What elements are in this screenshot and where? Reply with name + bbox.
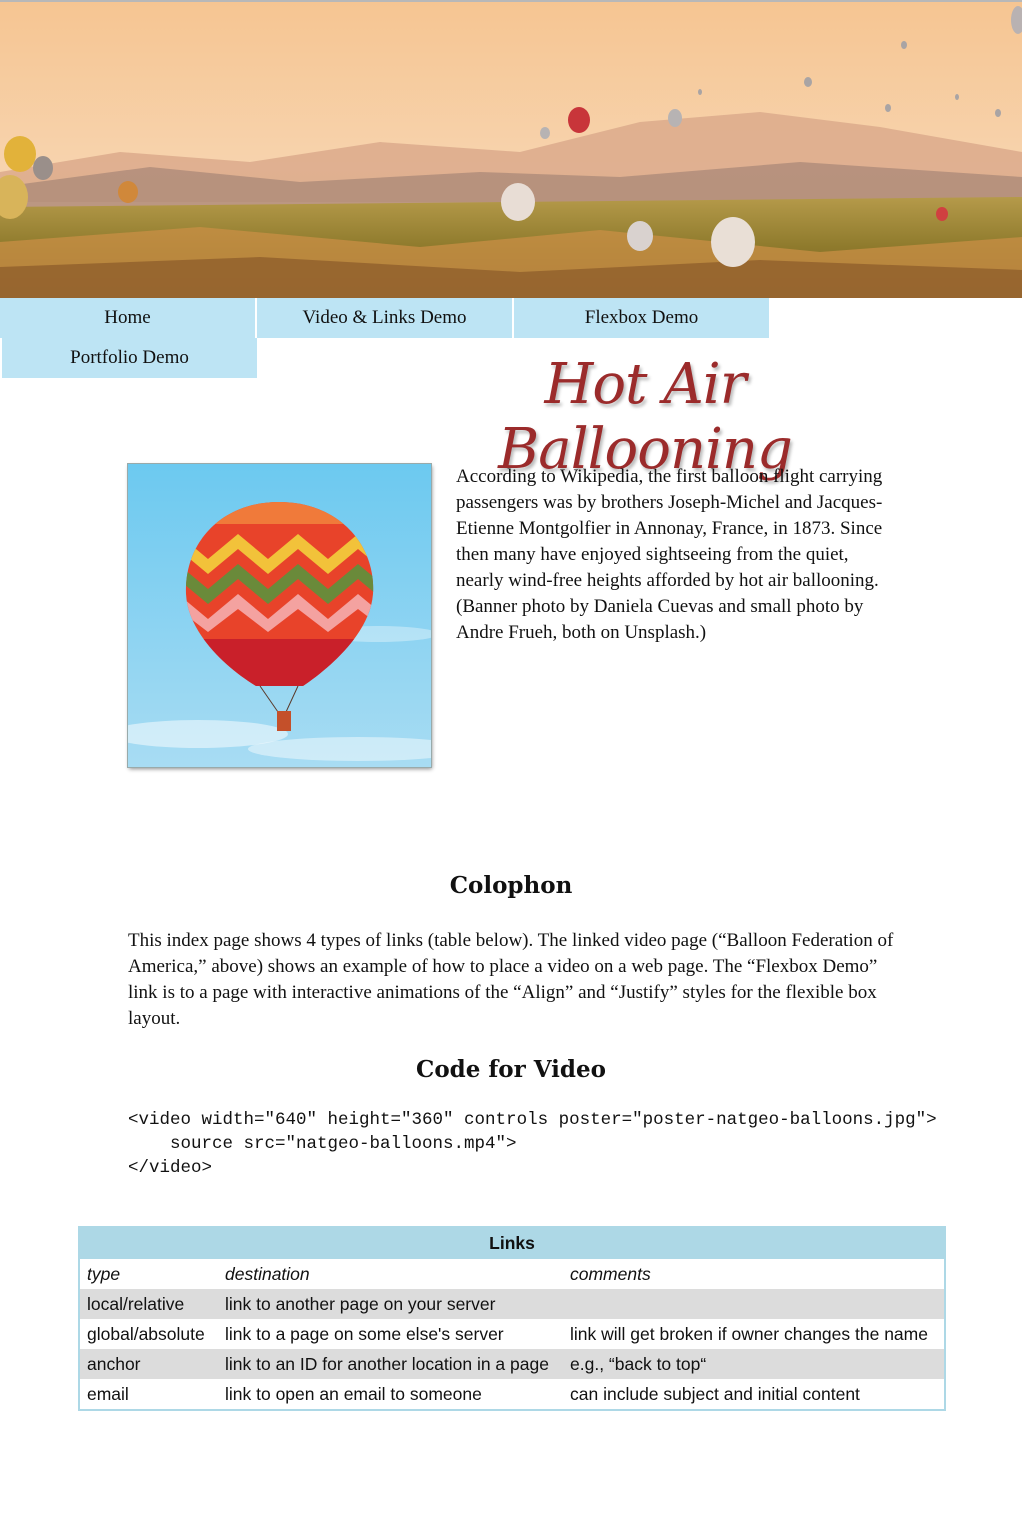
page-title: Hot Air Ballooning [498, 352, 793, 482]
cell-type: anchor [79, 1349, 218, 1379]
cell-destination: link to a page on some else's server [218, 1319, 563, 1349]
cell-comments [563, 1289, 945, 1319]
column-header-type: type [79, 1259, 218, 1289]
code-heading: Code for Video [416, 1056, 606, 1083]
cell-destination: link to another page on your server [218, 1289, 563, 1319]
colophon-heading: Colophon [449, 872, 573, 899]
balloon-photo [108, 463, 468, 768]
banner-image [0, 2, 1022, 298]
intro-paragraph: According to Wikipedia, the first balloo… [456, 466, 883, 643]
table-row: anchor link to an ID for another locatio… [79, 1349, 945, 1379]
cell-type: global/absolute [79, 1319, 218, 1349]
table-row: local/relative link to another page on y… [79, 1289, 945, 1319]
video-code-block: <video width="640" height="360" controls… [128, 1110, 937, 1178]
nav-video-links-demo[interactable]: Video & Links Demo [257, 298, 512, 338]
cell-comments: e.g., “back to top“ [563, 1349, 945, 1379]
table-header-row: type destination comments [79, 1259, 945, 1289]
nav-home[interactable]: Home [0, 298, 255, 338]
table-row: global/absolute link to a page on some e… [79, 1319, 945, 1349]
cell-destination: link to an ID for another location in a … [218, 1349, 563, 1379]
cell-type: email [79, 1379, 218, 1410]
column-header-destination: destination [218, 1259, 563, 1289]
cell-comments: can include subject and initial content [563, 1379, 945, 1410]
cell-type: local/relative [79, 1289, 218, 1319]
links-table: Links type destination comments local/re… [78, 1226, 946, 1411]
nav-flexbox-demo[interactable]: Flexbox Demo [514, 298, 769, 338]
column-header-comments: comments [563, 1259, 945, 1289]
cell-comments: link will get broken if owner changes th… [563, 1319, 945, 1349]
table-row: email link to open an email to someone c… [79, 1379, 945, 1410]
table-caption: Links [79, 1227, 945, 1259]
nav-portfolio-demo[interactable]: Portfolio Demo [2, 338, 257, 378]
cell-destination: link to open an email to someone [218, 1379, 563, 1410]
colophon-paragraph: This index page shows 4 types of links (… [128, 930, 894, 1029]
